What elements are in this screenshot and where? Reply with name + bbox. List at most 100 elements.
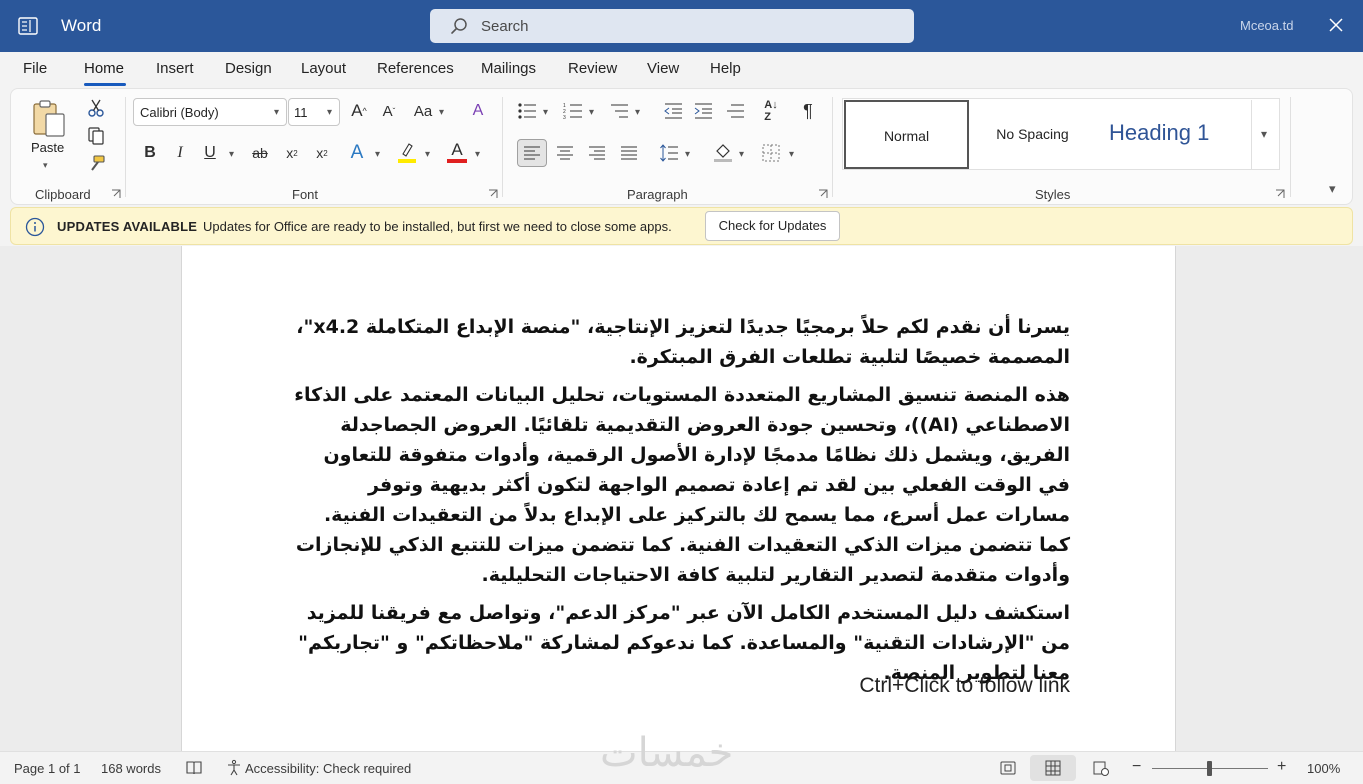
font-launcher-icon[interactable] xyxy=(488,189,498,199)
update-notification-bar: UPDATES AVAILABLE Updates for Office are… xyxy=(10,207,1353,245)
style-no-spacing-label: No Spacing xyxy=(996,126,1069,142)
chevron-down-icon[interactable]: ▾ xyxy=(589,107,594,118)
clear-formatting-icon[interactable]: A xyxy=(466,99,490,123)
chevron-down-icon[interactable]: ▾ xyxy=(543,107,548,118)
italic-icon[interactable]: I xyxy=(169,141,191,165)
tab-layout[interactable]: Layout xyxy=(301,60,346,77)
strikethrough-icon[interactable]: ab xyxy=(247,141,273,165)
zoom-out-button[interactable]: − xyxy=(1132,758,1141,776)
close-icon[interactable] xyxy=(1325,14,1347,36)
link-tooltip: Ctrl+Click to follow link xyxy=(859,674,1070,697)
align-left-icon[interactable] xyxy=(517,139,547,167)
document-page[interactable]: يسرنا أن نقدم لكم حلاً برمجيًا جديدًا لت… xyxy=(181,246,1176,751)
font-name-select[interactable]: Calibri (Body) ▾ xyxy=(133,98,287,126)
font-size-select[interactable]: 11 ▾ xyxy=(288,98,340,126)
app-title: Word xyxy=(61,16,102,35)
copy-icon[interactable] xyxy=(85,125,107,147)
styles-launcher-icon[interactable] xyxy=(1275,189,1285,199)
ribbon-tabs: File Home Insert Design Layout Reference… xyxy=(0,52,1363,88)
styles-group-label: Styles xyxy=(1035,187,1071,202)
line-spacing-icon[interactable] xyxy=(657,141,681,165)
bullets-icon[interactable] xyxy=(515,99,539,123)
tab-file[interactable]: File xyxy=(23,60,47,77)
ltr-rtl-icon[interactable] xyxy=(723,99,747,123)
style-heading-1[interactable]: Heading 1 xyxy=(1095,100,1250,169)
title-bar: Word Search Mceoa.td xyxy=(0,0,1363,52)
tab-references[interactable]: References xyxy=(377,60,454,77)
zoom-level[interactable]: 100% xyxy=(1307,761,1340,776)
proofing-icon[interactable] xyxy=(185,759,203,777)
ribbon-collapse-icon[interactable]: ▾ xyxy=(1329,181,1336,197)
style-normal[interactable]: Normal xyxy=(844,100,969,169)
chevron-down-icon[interactable]: ▾ xyxy=(375,149,380,160)
chevron-down-icon[interactable]: ▾ xyxy=(685,149,690,160)
tab-view[interactable]: View xyxy=(647,60,679,77)
change-case-icon[interactable]: Aa xyxy=(409,99,437,123)
tab-insert[interactable]: Insert xyxy=(156,60,194,77)
page-count[interactable]: Page 1 of 1 xyxy=(14,761,81,776)
numbering-icon[interactable]: 123 xyxy=(561,99,585,123)
watermark-logo: خمسات xyxy=(600,730,734,776)
chevron-down-icon[interactable]: ▾ xyxy=(475,149,480,160)
tab-review[interactable]: Review xyxy=(568,60,617,77)
paragraph-1[interactable]: يسرنا أن نقدم لكم حلاً برمجيًا جديدًا لت… xyxy=(290,312,1070,372)
tab-home[interactable]: Home xyxy=(84,60,124,77)
style-no-spacing[interactable]: No Spacing xyxy=(970,100,1095,169)
paragraph-launcher-icon[interactable] xyxy=(818,189,828,199)
align-center-icon[interactable] xyxy=(553,141,577,165)
styles-more-button[interactable]: ▾ xyxy=(1251,100,1280,169)
chevron-down-icon[interactable]: ▾ xyxy=(789,149,794,160)
borders-icon[interactable] xyxy=(759,141,783,165)
update-message: Updates for Office are ready to be insta… xyxy=(203,219,672,234)
tab-design[interactable]: Design xyxy=(225,60,272,77)
tab-help[interactable]: Help xyxy=(710,60,741,77)
chevron-down-icon[interactable]: ▾ xyxy=(425,149,430,160)
font-color-icon[interactable]: A xyxy=(445,139,469,165)
word-count[interactable]: 168 words xyxy=(101,761,161,776)
group-separator xyxy=(125,97,126,197)
account-name[interactable]: Mceoa.td xyxy=(1240,18,1293,33)
underline-icon[interactable]: U xyxy=(199,141,221,165)
clipboard-launcher-icon[interactable] xyxy=(111,189,121,199)
document-body[interactable]: يسرنا أن نقدم لكم حلاً برمجيًا جديدًا لت… xyxy=(290,312,1070,696)
align-right-icon[interactable] xyxy=(585,141,609,165)
chevron-down-icon[interactable]: ▾ xyxy=(739,149,744,160)
format-painter-icon[interactable] xyxy=(85,153,107,175)
word-app-icon[interactable] xyxy=(18,17,38,35)
shading-icon[interactable] xyxy=(711,141,735,165)
svg-text:3: 3 xyxy=(563,115,566,120)
paste-icon[interactable] xyxy=(29,97,69,139)
accessibility-icon[interactable] xyxy=(225,759,243,777)
check-for-updates-button[interactable]: Check for Updates xyxy=(705,211,840,241)
bold-icon[interactable]: B xyxy=(139,141,161,165)
zoom-slider-thumb[interactable] xyxy=(1207,761,1212,776)
show-formatting-icon[interactable]: ¶ xyxy=(797,99,819,123)
print-layout-icon[interactable] xyxy=(1044,759,1062,777)
zoom-in-button[interactable]: + xyxy=(1277,758,1286,776)
search-box[interactable]: Search xyxy=(430,9,914,43)
subscript-icon[interactable]: x2 xyxy=(281,141,303,165)
chevron-down-icon[interactable]: ▾ xyxy=(439,107,444,118)
shrink-font-icon[interactable]: Aˇ xyxy=(377,99,401,123)
decrease-indent-icon[interactable] xyxy=(661,99,685,123)
increase-indent-icon[interactable] xyxy=(691,99,715,123)
grow-font-icon[interactable]: A ^ xyxy=(347,99,371,123)
justify-icon[interactable] xyxy=(617,141,641,165)
web-layout-icon[interactable] xyxy=(1092,759,1110,777)
group-separator xyxy=(502,97,503,197)
accessibility-status[interactable]: Accessibility: Check required xyxy=(245,761,411,776)
chevron-down-icon[interactable]: ▾ xyxy=(229,149,234,160)
sort-icon[interactable]: A↓ Z xyxy=(759,99,783,123)
font-name-value: Calibri (Body) xyxy=(140,105,219,120)
paragraph-2[interactable]: هذه المنصة تنسيق المشاريع المتعددة المست… xyxy=(290,380,1070,590)
paste-button[interactable]: Paste xyxy=(31,140,64,155)
multilevel-list-icon[interactable] xyxy=(607,99,631,123)
chevron-down-icon[interactable]: ▾ xyxy=(635,107,640,118)
text-effects-icon[interactable]: A xyxy=(345,141,369,165)
tab-mailings[interactable]: Mailings xyxy=(481,60,536,77)
highlight-icon[interactable] xyxy=(395,141,419,165)
cut-icon[interactable] xyxy=(85,97,107,119)
focus-mode-icon[interactable] xyxy=(999,759,1017,777)
paste-dropdown-icon[interactable]: ▾ xyxy=(43,160,48,171)
superscript-icon[interactable]: x2 xyxy=(311,141,333,165)
